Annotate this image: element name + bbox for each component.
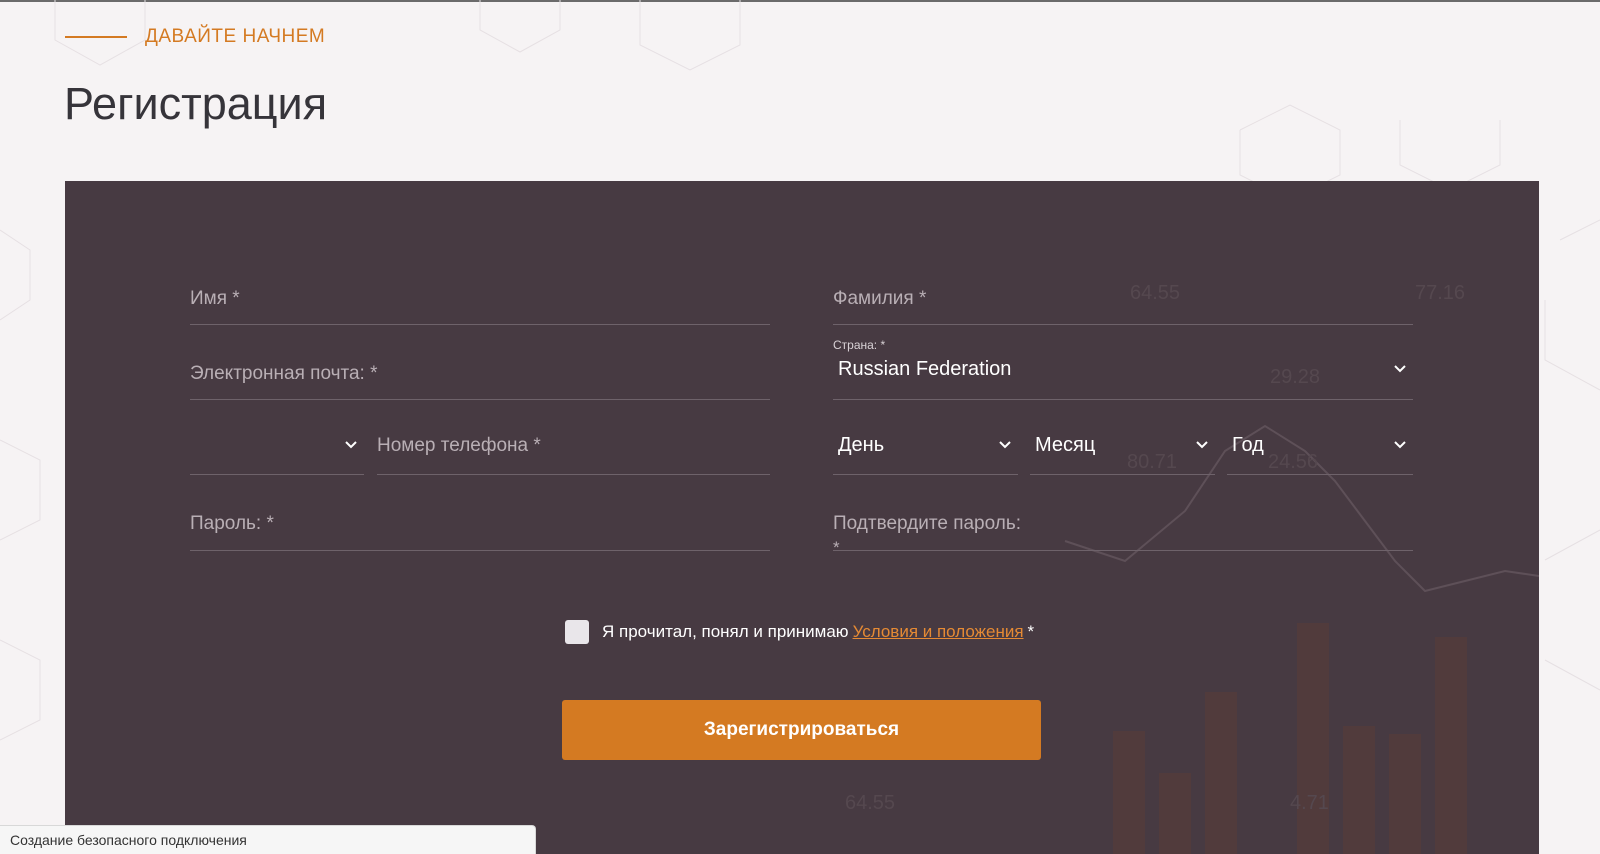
country-label: Страна: * (833, 338, 886, 352)
password-label: Пароль: * (190, 513, 274, 534)
country-value: Russian Federation (838, 358, 1012, 380)
birth-year-value: Год (1232, 434, 1264, 456)
birth-month-select[interactable]: Месяц (1030, 432, 1215, 475)
chevron-down-icon (999, 441, 1011, 449)
last-name-field[interactable]: Фамилия * (833, 283, 1413, 325)
last-name-label: Фамилия * (833, 288, 927, 309)
page-title: Регистрация (64, 78, 328, 129)
confirm-password-required-mark: * (833, 538, 840, 557)
password-field[interactable]: Пароль: * (190, 508, 770, 551)
terms-checkbox[interactable] (565, 620, 589, 644)
chevron-down-icon (1196, 441, 1208, 449)
section-eyebrow: ДАВАЙТЕ НАЧНЕМ (65, 26, 325, 48)
confirm-password-label: Подтвердите пароль: (833, 513, 1022, 534)
browser-status-bar: Создание безопасного подключения (0, 825, 536, 854)
terms-required-mark: * (1027, 622, 1035, 641)
phone-number-label: Номер телефона * (377, 435, 541, 456)
birth-year-select[interactable]: Год (1227, 432, 1413, 475)
confirm-password-field[interactable]: Подтвердите пароль: * (833, 508, 1413, 557)
chevron-down-icon (1394, 365, 1406, 373)
terms-link[interactable]: Условия и положения (853, 622, 1024, 642)
email-label: Электронная почта: * (190, 363, 378, 384)
birth-month-value: Месяц (1035, 434, 1096, 456)
svg-text:4.71: 4.71 (1290, 792, 1329, 814)
terms-consent: Я прочитал, понял и принимаю Условия и п… (565, 620, 1034, 644)
status-text: Создание безопасного подключения (10, 832, 247, 848)
register-button[interactable]: Зарегистрироваться (562, 700, 1041, 760)
svg-text:77.16: 77.16 (1415, 282, 1465, 304)
birth-day-select[interactable]: День (833, 432, 1018, 475)
first-name-field[interactable]: Имя * (190, 283, 770, 325)
terms-consent-text: Я прочитал, понял и принимаю (602, 622, 849, 641)
email-field[interactable]: Электронная почта: * (190, 358, 770, 400)
eyebrow-text: ДАВАЙТЕ НАЧНЕМ (145, 26, 326, 47)
birth-day-value: День (838, 434, 885, 456)
country-select[interactable]: Страна: * Russian Federation (833, 338, 1413, 400)
eyebrow-line (65, 36, 127, 38)
chevron-down-icon (1394, 441, 1406, 449)
svg-text:64.55: 64.55 (845, 792, 895, 814)
phone-code-select[interactable] (190, 432, 364, 475)
phone-number-field[interactable]: Номер телефона * (377, 432, 770, 475)
first-name-label: Имя * (190, 288, 240, 309)
chevron-down-icon (345, 441, 357, 449)
